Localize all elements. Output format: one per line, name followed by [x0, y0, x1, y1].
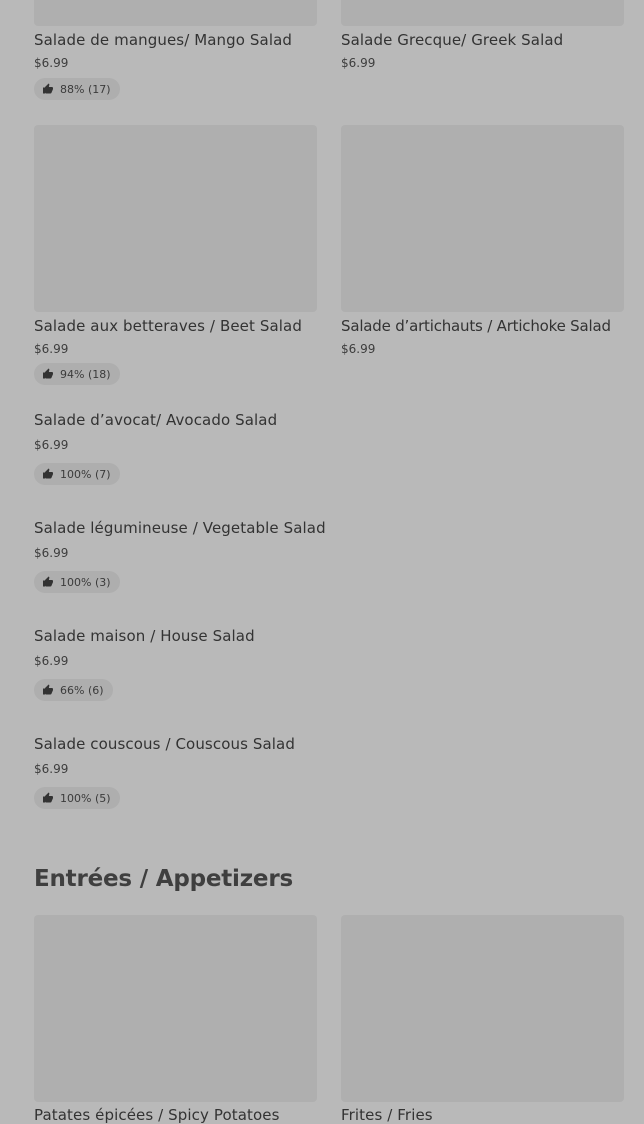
item-name-mango-salad[interactable]: Salade de mangues/ Mango Salad — [34, 31, 292, 49]
item-name-beet-salad[interactable]: Salade aux betteraves / Beet Salad — [34, 317, 302, 335]
thumbs-up-icon — [43, 368, 53, 379]
rating-badge-couscous-salad: 100% (5) — [34, 787, 120, 809]
item-name-artichoke-salad[interactable]: Salade d’artichauts / Artichoke Salad — [341, 317, 611, 335]
rating-text: 88% (17) — [60, 82, 111, 96]
item-image-fries[interactable] — [341, 915, 624, 1102]
rating-badge-mango-salad: 88% (17) — [34, 78, 120, 100]
item-name-spicy-potatoes[interactable]: Patates épicées / Spicy Potatoes — [34, 1106, 280, 1124]
item-price-vegetable-salad: $6.99 — [34, 546, 69, 560]
rating-badge-avocado-salad: 100% (7) — [34, 463, 120, 485]
thumbs-up-icon — [43, 468, 53, 479]
thumbs-up-icon — [43, 684, 53, 695]
item-price-avocado-salad: $6.99 — [34, 438, 69, 452]
item-image-artichoke-salad[interactable] — [341, 125, 624, 312]
item-image-beet-salad[interactable] — [34, 125, 317, 312]
item-name-house-salad[interactable]: Salade maison / House Salad — [34, 627, 255, 645]
rating-text: 100% (5) — [60, 791, 111, 805]
section-title-appetizers: Entrées / Appetizers — [34, 866, 293, 892]
item-name-couscous-salad[interactable]: Salade couscous / Couscous Salad — [34, 735, 295, 753]
item-price-beet-salad: $6.99 — [34, 342, 69, 356]
item-price-house-salad: $6.99 — [34, 654, 69, 668]
rating-badge-vegetable-salad: 100% (3) — [34, 571, 120, 593]
rating-badge-house-salad: 66% (6) — [34, 679, 113, 701]
item-name-vegetable-salad[interactable]: Salade légumineuse / Vegetable Salad — [34, 519, 326, 537]
thumbs-up-icon — [43, 792, 53, 803]
rating-text: 100% (3) — [60, 575, 111, 589]
item-price-couscous-salad: $6.99 — [34, 762, 69, 776]
item-name-avocado-salad[interactable]: Salade d’avocat/ Avocado Salad — [34, 411, 277, 429]
item-price-mango-salad: $6.99 — [34, 56, 69, 70]
rating-badge-beet-salad: 94% (18) — [34, 363, 120, 385]
item-image-mango-salad[interactable] — [34, 0, 317, 26]
item-name-greek-salad[interactable]: Salade Grecque/ Greek Salad — [341, 31, 563, 49]
item-price-artichoke-salad: $6.99 — [341, 342, 376, 356]
rating-text: 100% (7) — [60, 467, 111, 481]
rating-text: 94% (18) — [60, 367, 111, 381]
item-image-greek-salad[interactable] — [341, 0, 624, 26]
thumbs-up-icon — [43, 83, 53, 94]
rating-text: 66% (6) — [60, 683, 104, 697]
item-image-spicy-potatoes[interactable] — [34, 915, 317, 1102]
thumbs-up-icon — [43, 576, 53, 587]
item-name-fries[interactable]: Frites / Fries — [341, 1106, 433, 1124]
item-price-greek-salad: $6.99 — [341, 56, 376, 70]
